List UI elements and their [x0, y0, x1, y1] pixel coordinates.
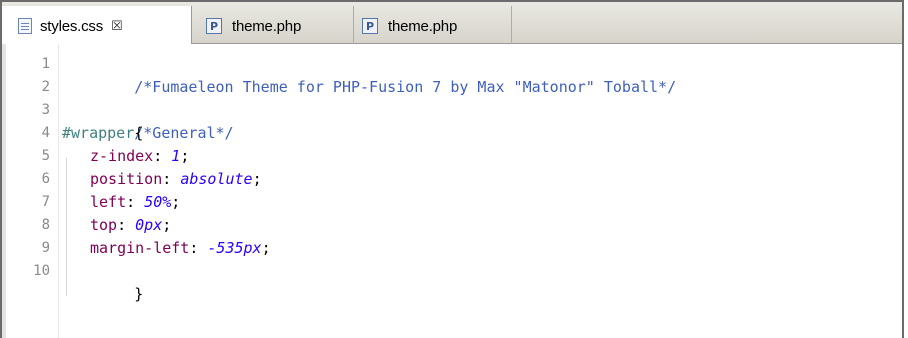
colon: :	[153, 147, 172, 165]
semicolon: ;	[162, 216, 172, 234]
line-number: 7	[41, 194, 50, 210]
semicolon: ;	[261, 239, 271, 257]
line-number: 2	[41, 79, 50, 95]
property: left	[90, 193, 127, 211]
colon: :	[162, 170, 181, 188]
code-line: z-index: 1;	[90, 145, 189, 168]
code-line: top: 0px;	[90, 214, 171, 237]
code-line: /*Fumaeleon Theme for PHP-Fusion 7 by Ma…	[62, 53, 676, 96]
line-number-gutter: 1 2 3 4 5 6 7 8 9 10	[6, 44, 59, 338]
selector: #wrapper	[62, 124, 135, 142]
line-number: 10	[33, 263, 50, 279]
code-editor[interactable]: 1 2 3 4 5 6 7 8 9 10 /*Fumaeleon Theme f…	[2, 44, 902, 338]
code-line: position: absolute;	[90, 168, 262, 191]
semicolon: ;	[252, 170, 262, 188]
value: absolute	[180, 170, 253, 188]
property: top	[90, 216, 118, 234]
property: position	[90, 170, 163, 188]
code-line: }	[62, 260, 143, 303]
line-number: 8	[41, 217, 50, 233]
code-line: left: 50%;	[90, 191, 180, 214]
tab-theme-php-1[interactable]: P theme.php	[194, 6, 354, 46]
value: 0px	[135, 216, 163, 234]
property: z-index	[90, 147, 154, 165]
close-brace: }	[134, 285, 144, 303]
php-file-icon: P	[206, 18, 222, 34]
editor-window: styles.css ☒ P theme.php P theme.php 1 2…	[0, 0, 904, 338]
comment: /*General*/	[134, 124, 234, 142]
line-number: 6	[41, 171, 50, 187]
css-file-icon	[18, 18, 32, 34]
code-line: margin-left: -535px;	[90, 237, 271, 260]
colon: :	[117, 216, 136, 234]
code-line: #wrapper{	[62, 122, 143, 145]
line-number: 9	[41, 240, 50, 256]
tab-theme-php-2[interactable]: P theme.php	[354, 6, 512, 46]
colon: :	[189, 239, 208, 257]
php-file-icon: P	[362, 18, 378, 34]
line-number: 4	[41, 125, 50, 141]
tab-label: theme.php	[232, 17, 302, 35]
semicolon: ;	[180, 147, 190, 165]
tab-label: styles.css	[40, 17, 104, 35]
tab-styles-css[interactable]: styles.css ☒	[2, 6, 192, 46]
value: 50%	[144, 193, 172, 211]
semicolon: ;	[171, 193, 181, 211]
tab-label: theme.php	[388, 17, 458, 35]
close-icon[interactable]: ☒	[111, 19, 123, 34]
colon: :	[126, 193, 145, 211]
property: margin-left	[90, 239, 190, 257]
open-brace: {	[134, 124, 144, 142]
tab-bar: styles.css ☒ P theme.php P theme.php	[2, 0, 902, 46]
line-number: 3	[41, 102, 50, 118]
value: -535px	[207, 239, 262, 257]
value: 1	[171, 147, 181, 165]
line-number: 1	[41, 56, 50, 72]
comment: /*Fumaeleon Theme for PHP-Fusion 7 by Ma…	[134, 78, 677, 96]
code-line: /*General*/	[62, 99, 233, 142]
line-number: 5	[41, 148, 50, 164]
